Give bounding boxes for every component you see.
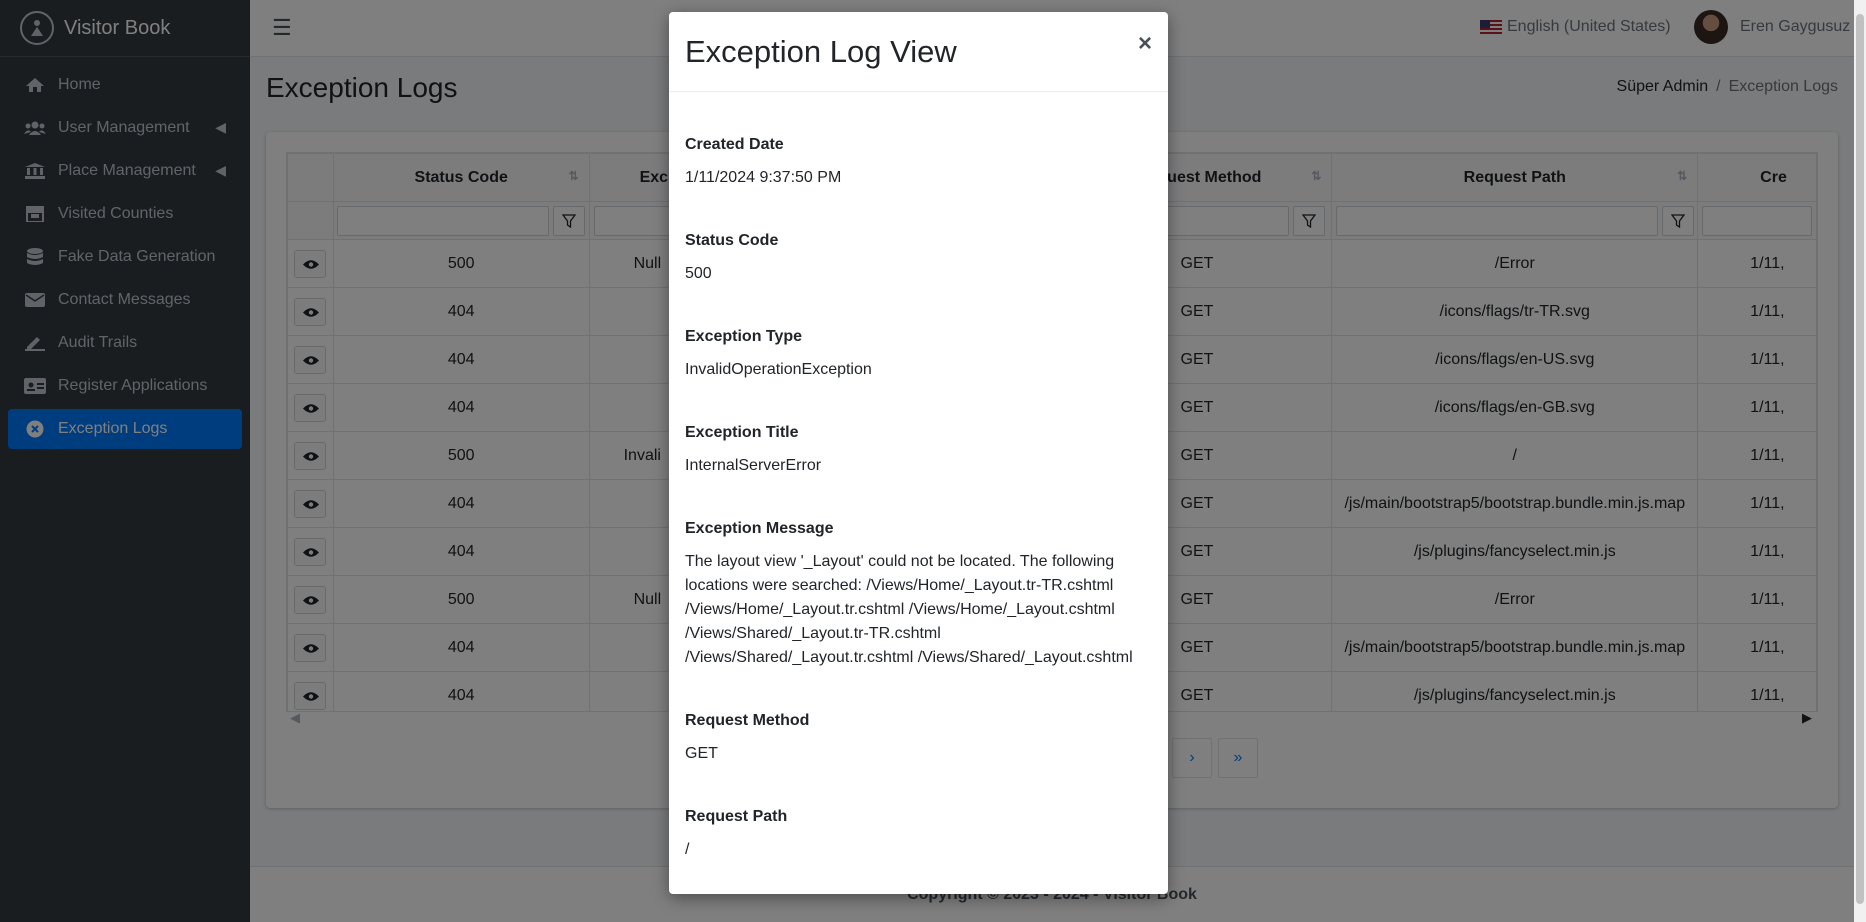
field-label: Exception Message — [685, 520, 834, 537]
field-request-path: Request Path / — [685, 808, 1155, 862]
field-created-date: Created Date 1/11/2024 9:37:50 PM — [685, 136, 1155, 190]
field-value: 500 — [685, 265, 712, 282]
modal-header: Exception Log View × — [669, 12, 1168, 92]
field-value: InvalidOperationException — [685, 361, 872, 378]
close-button[interactable]: × — [1138, 30, 1152, 58]
field-request-method: Request Method GET — [685, 712, 1155, 766]
field-label: Request Path — [685, 808, 788, 825]
field-label: Created Date — [685, 136, 784, 153]
field-exception-title: Exception Title InternalServerError — [685, 424, 1155, 478]
field-label: Exception Type — [685, 328, 803, 345]
scrollbar-thumb[interactable] — [1856, 14, 1864, 904]
field-exception-message: Exception Message The layout view '_Layo… — [685, 520, 1155, 670]
field-label: Exception Title — [685, 424, 799, 441]
field-value: 1/11/2024 9:37:50 PM — [685, 169, 842, 186]
field-value: InternalServerError — [685, 457, 822, 474]
field-label: Status Code — [685, 232, 779, 249]
modal-title: Exception Log View — [685, 34, 957, 69]
field-label: Request Method — [685, 712, 810, 729]
field-value: The layout view '_Layout' could not be l… — [685, 553, 1133, 666]
page-scrollbar[interactable] — [1854, 0, 1866, 922]
exception-log-modal: Exception Log View × Created Date 1/11/2… — [669, 12, 1168, 894]
field-exception-type: Exception Type InvalidOperationException — [685, 328, 1155, 382]
field-status-code: Status Code 500 — [685, 232, 1155, 286]
field-value: GET — [685, 745, 718, 762]
field-value: / — [685, 841, 690, 858]
